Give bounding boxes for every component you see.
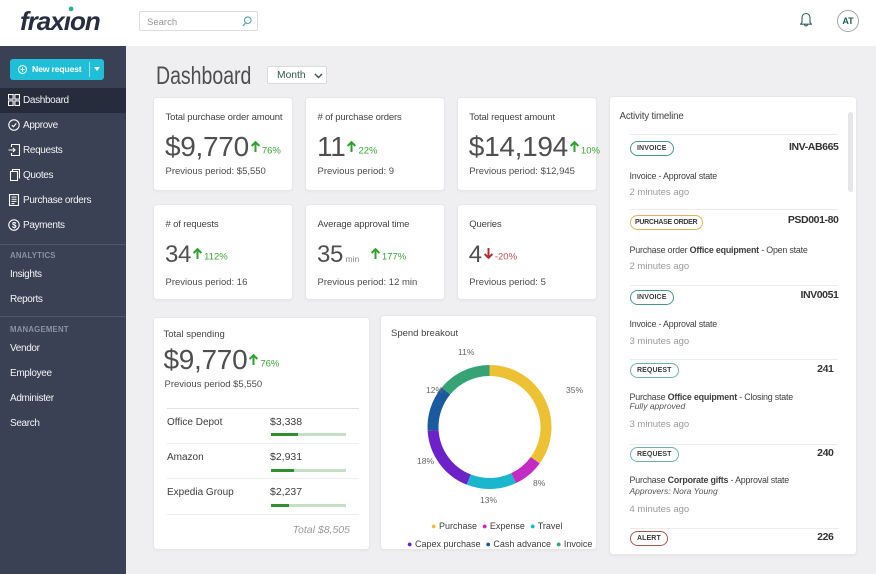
svg-text:$: $ xyxy=(12,221,17,230)
